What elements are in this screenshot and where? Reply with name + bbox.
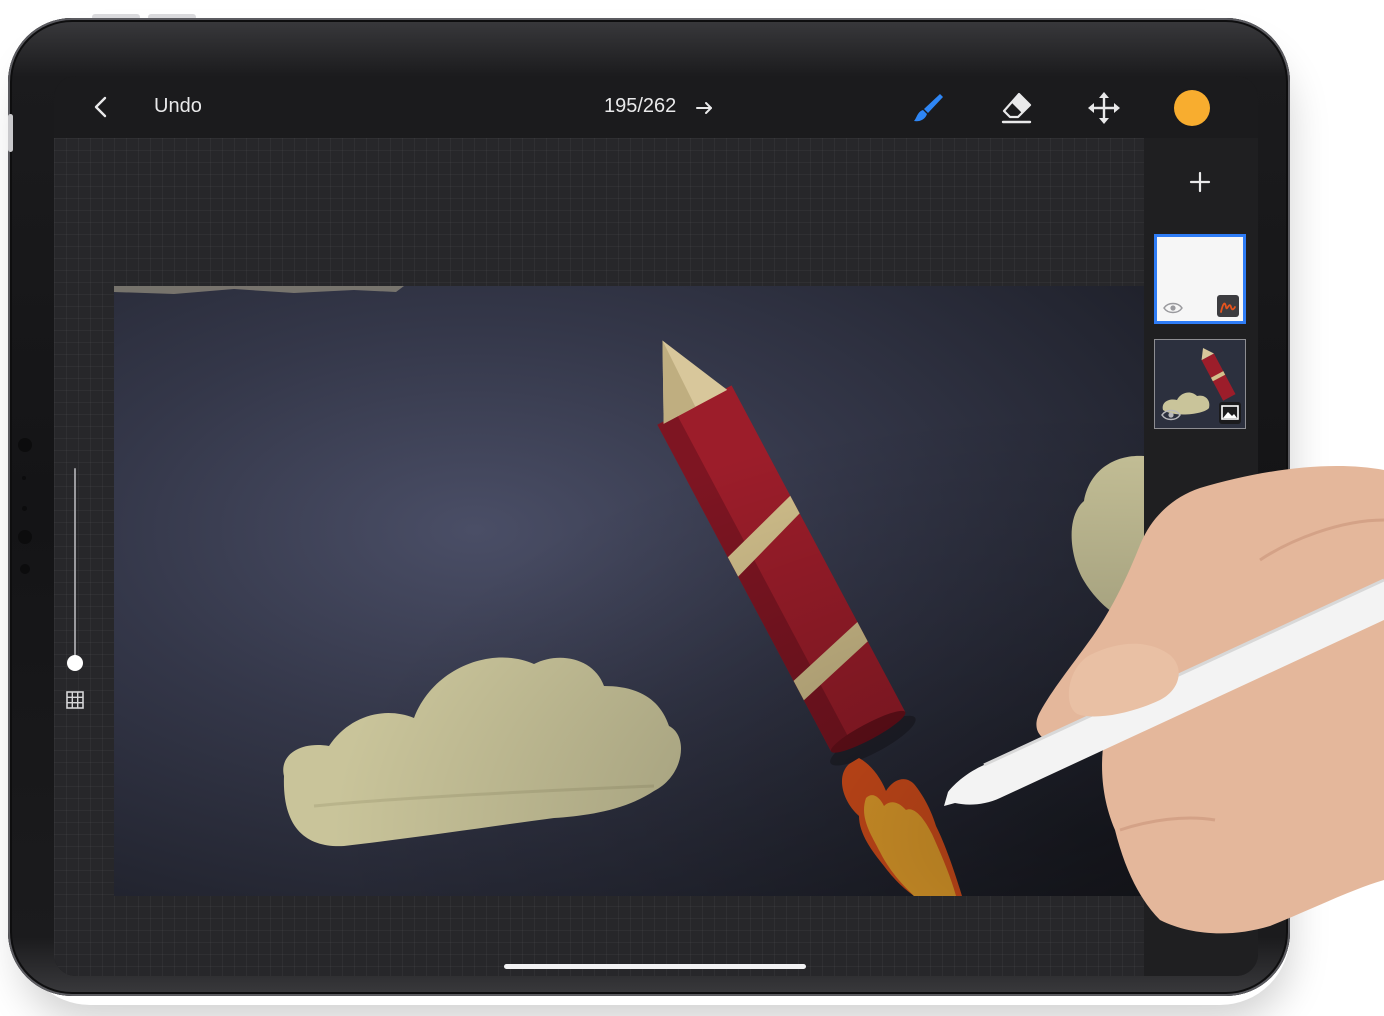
drawn-flame: [841, 758, 962, 896]
frame-counter: 195/262: [604, 95, 677, 117]
device-side-button: [8, 114, 13, 152]
layers-panel: [1144, 138, 1258, 976]
brush-size-slider-thumb[interactable]: [67, 655, 83, 671]
app-screen: Undo 195/262: [54, 76, 1258, 976]
paper-rocket: [657, 340, 916, 766]
device-dot: [18, 530, 32, 544]
image-icon: [1219, 402, 1241, 424]
drawing-icon: [1217, 295, 1239, 317]
paper-cloud-left: [283, 657, 681, 847]
top-toolbar: Undo 195/262: [54, 76, 1258, 138]
layer-thumbnail-drawing[interactable]: [1154, 234, 1246, 324]
device-dot: [22, 506, 27, 511]
chevron-left-icon[interactable]: [88, 94, 114, 120]
color-picker-button[interactable]: [1174, 90, 1210, 126]
canvas-artwork: [114, 286, 1144, 896]
eye-icon[interactable]: [1163, 301, 1183, 315]
canvas-workspace[interactable]: [54, 138, 1144, 976]
eye-icon[interactable]: [1161, 408, 1181, 422]
paper-cloud-right: [1071, 455, 1144, 626]
canvas-image[interactable]: [114, 286, 1144, 896]
device-dot: [22, 476, 26, 480]
plus-icon[interactable]: [1186, 168, 1214, 196]
home-indicator: [504, 964, 806, 969]
undo-button[interactable]: Undo: [154, 95, 202, 118]
paper-edge: [114, 286, 404, 294]
device-dot: [18, 438, 32, 452]
grid-icon[interactable]: [65, 690, 85, 710]
ipad-frame: Undo 195/262: [8, 18, 1290, 996]
device-dot: [20, 564, 30, 574]
arrow-right-icon[interactable]: [694, 97, 716, 119]
eraser-icon[interactable]: [998, 90, 1034, 126]
move-icon[interactable]: [1086, 90, 1122, 126]
brush-size-slider-track[interactable]: [74, 468, 76, 664]
layer-thumbnail-photo[interactable]: [1154, 339, 1246, 429]
brush-icon[interactable]: [910, 90, 946, 126]
